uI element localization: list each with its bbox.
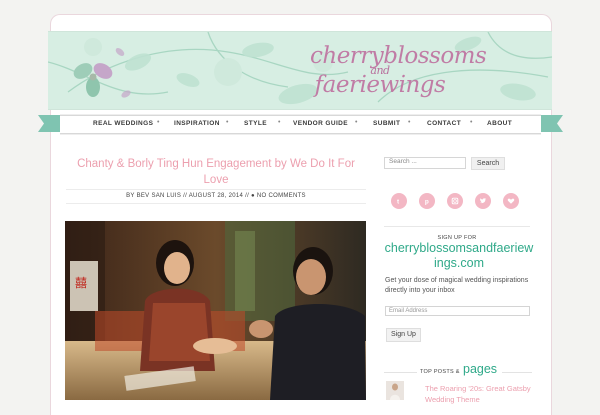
nav-separator: • [278,119,281,126]
top-post-title[interactable]: The Roaring '20s: Great Gatsby Wedding T… [425,383,540,405]
nav-separator: • [226,119,229,126]
logo-line-1: cherryblossoms [310,43,487,69]
top-post-thumbnail[interactable] [386,381,404,400]
heart-icon[interactable] [503,193,519,209]
pinterest-icon[interactable]: p [419,193,435,209]
nav-separator: • [408,119,411,126]
top-posts-pages-word: pages [463,362,498,376]
tumblr-t-icon: t [397,198,400,205]
twitter-bird-icon[interactable] [475,193,491,209]
nav-separator: • [355,119,358,126]
sidebar-divider [384,226,530,227]
nav-separator: • [157,119,160,126]
site-logo[interactable]: cherryblossoms and faeriewings [310,43,487,98]
svg-text:p: p [425,198,429,205]
search-input[interactable]: Search ... [384,157,466,169]
nav-item-contact[interactable]: CONTACT [427,120,461,127]
nav-item-about[interactable]: ABOUT [487,120,512,127]
post-title[interactable]: Chanty & Borly Ting Hun Engagement by We… [66,156,366,188]
nav-ribbon-right [541,115,563,132]
nav-separator: • [470,119,473,126]
nav-item-submit[interactable]: SUBMIT [373,120,400,127]
signup-site-name: cherryblossomsandfaeriewings.com [384,241,534,270]
signup-description: Get your dose of magical wedding inspira… [385,277,529,294]
top-posts-label: TOP POSTS & [420,369,460,375]
meta-divider-bottom [66,203,366,204]
header-banner[interactable]: cherryblossoms and faeriewings [48,31,552,110]
nav-item-inspiration[interactable]: INSPIRATION [174,120,220,127]
signup-button[interactable]: Sign Up [386,328,421,342]
svg-text:t: t [397,198,400,205]
flower-logo-icon [73,63,113,97]
instagram-icon[interactable] [447,193,463,209]
nav-item-vendor-guide[interactable]: VENDOR GUIDE [293,120,348,127]
nav-item-real-weddings[interactable]: REAL WEDDINGS [93,120,153,127]
search-button[interactable]: Search [471,157,505,170]
post-featured-image[interactable]: 囍 [65,221,366,400]
post-meta: BY BEV SAN LUIS // AUGUST 28, 2014 // ● … [126,193,306,199]
twitter-icon[interactable]: t [391,193,407,209]
meta-divider-top [66,189,366,190]
top-posts-divider-left [384,372,417,373]
main-nav: REAL WEDDINGS • INSPIRATION • STYLE • VE… [60,115,541,134]
email-field[interactable]: Email Address [385,306,530,316]
top-posts-divider-right [502,372,532,373]
nav-ribbon-left [38,115,60,132]
engagement-photo: 囍 [65,221,366,400]
logo-line-2: faeriewings [314,72,446,98]
nav-item-style[interactable]: STYLE [244,120,267,127]
double-happiness-sign: 囍 [75,276,87,290]
